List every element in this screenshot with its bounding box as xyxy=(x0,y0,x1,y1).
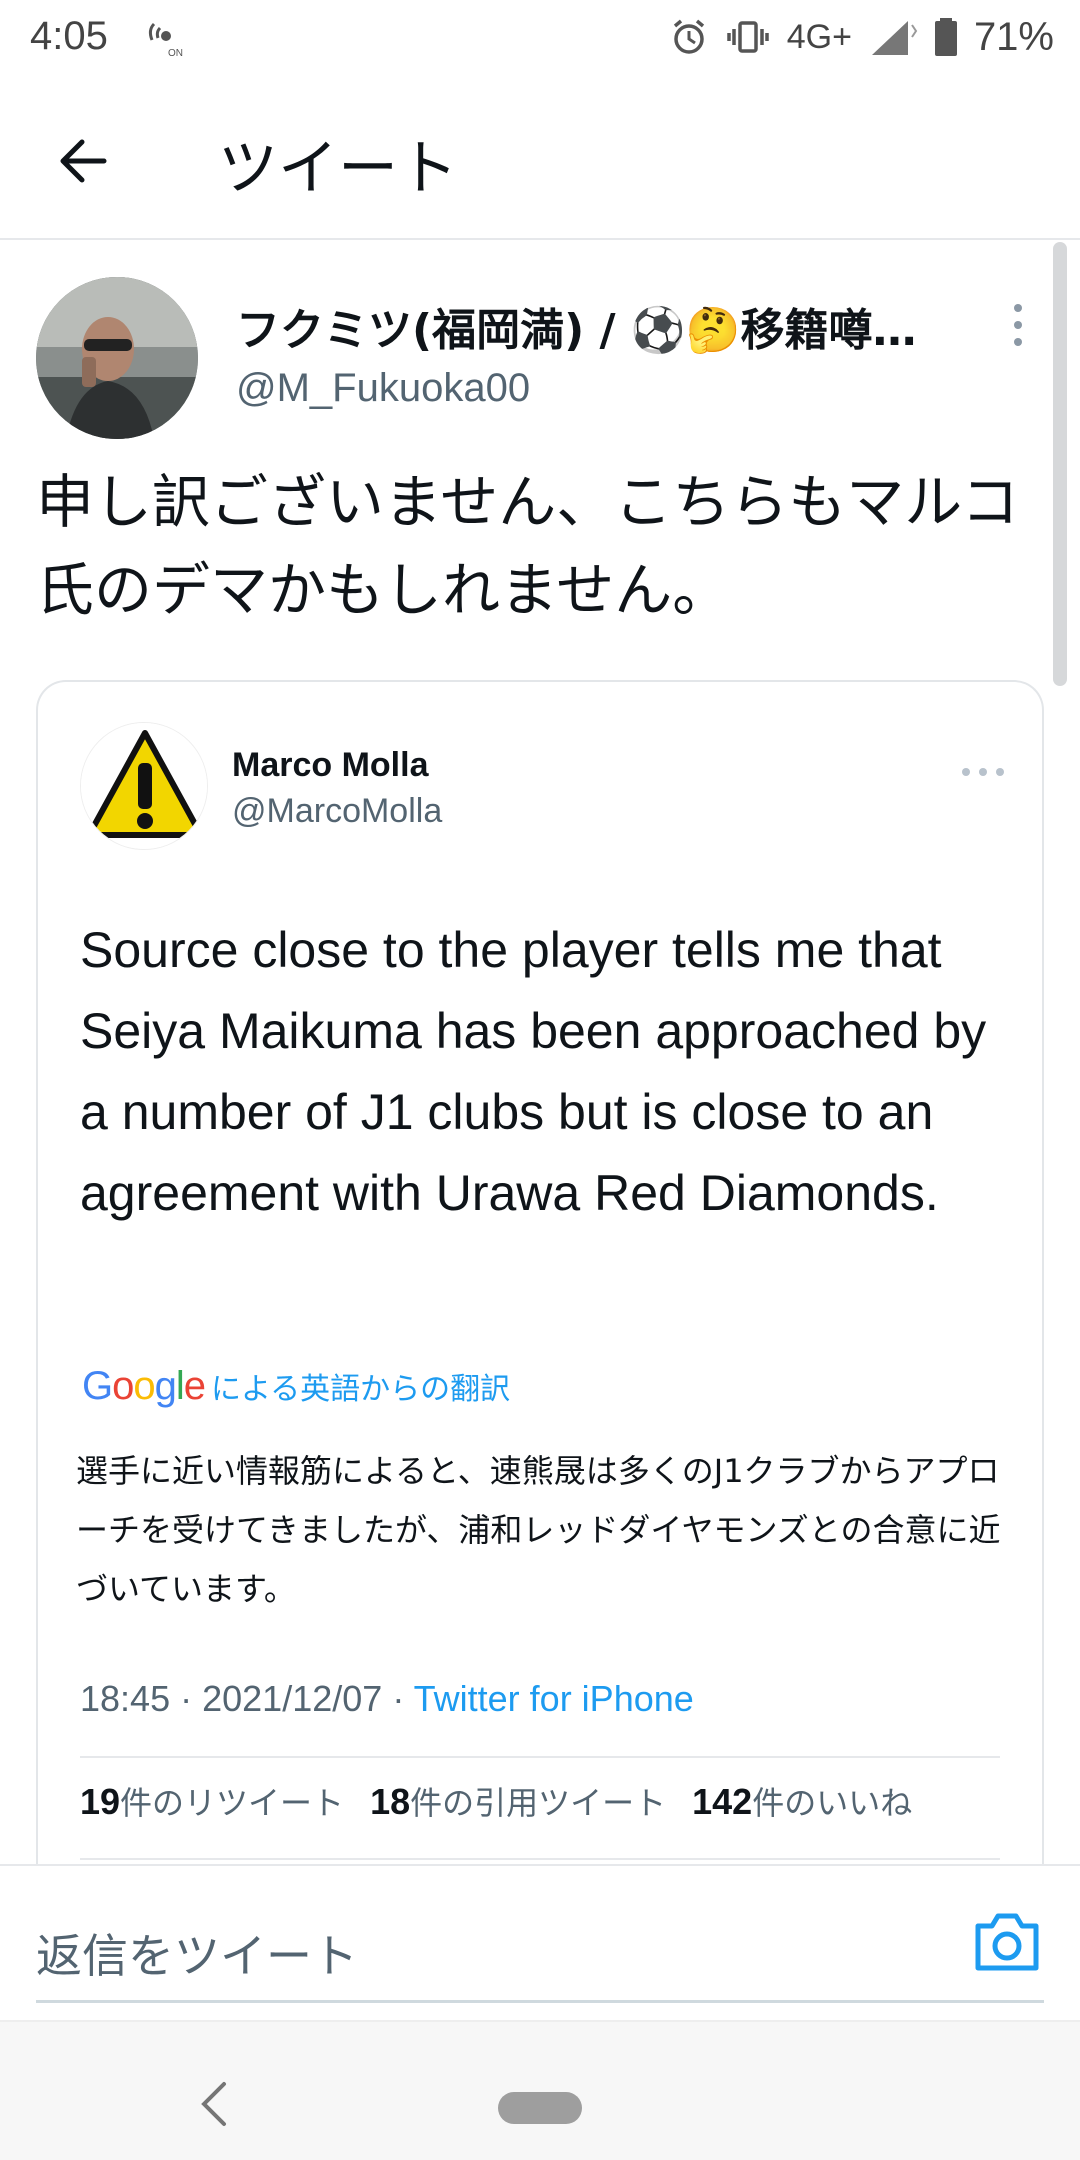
avatar[interactable] xyxy=(36,277,198,439)
battery-icon xyxy=(934,18,957,56)
quoted-author-name[interactable]: Marco Molla xyxy=(232,746,428,785)
network-type: 4G+ xyxy=(786,17,852,56)
retweets-count: 19 xyxy=(80,1781,121,1822)
author-handle[interactable]: @M_Fukuoka00 xyxy=(236,366,530,411)
tweet-text: 申し訳ございません、こちらもマルコ氏のデマかもしれません。 xyxy=(36,468,1020,624)
retweets-stat[interactable]: 19件のリツイート xyxy=(80,1778,344,1824)
back-arrow-icon[interactable] xyxy=(50,126,120,196)
svg-text:ON: ON xyxy=(168,48,183,58)
author-name[interactable]: フクミツ(福岡満) / ⚽🤔移籍噂… xyxy=(236,294,917,358)
tweet-meta: 18:45 · 2021/12/07 · Twitter for iPhone xyxy=(80,1678,694,1720)
nav-back-icon[interactable] xyxy=(196,2080,232,2128)
vibrate-on-icon: ON xyxy=(148,22,183,58)
nav-home-pill[interactable] xyxy=(498,2092,582,2124)
reply-input[interactable]: 返信をツイート xyxy=(36,1920,358,1986)
page-title: ツイート xyxy=(218,134,458,204)
meta-separator: · xyxy=(180,1678,203,1719)
google-logo: Google xyxy=(82,1364,206,1408)
warning-icon xyxy=(81,723,207,849)
likes-stat[interactable]: 142件のいいね xyxy=(692,1778,912,1824)
reply-bar: 返信をツイート xyxy=(0,1864,1080,2020)
divider xyxy=(80,1756,1000,1758)
translated-text: 選手に近い情報筋によると、速熊晟は多くのJ1クラブからアプローチを受けてきました… xyxy=(76,1452,1001,1608)
quotes-count: 18 xyxy=(370,1781,411,1822)
battery-percent: 71% xyxy=(973,14,1054,59)
divider xyxy=(80,1858,1000,1860)
tweet-date: 2021/12/07 xyxy=(202,1678,383,1719)
tweet-time: 18:45 xyxy=(80,1678,171,1719)
reply-underline xyxy=(36,2000,1044,2003)
status-bar: 4:05 ON 4G+ 71% xyxy=(0,0,1080,72)
engagement-stats: 19件のリツイート 18件の引用ツイート 142件のいいね xyxy=(80,1778,912,1824)
alarm-icon xyxy=(673,19,704,54)
quoted-tweet-card[interactable]: Marco Molla @MarcoMolla Source close to … xyxy=(36,680,1044,1880)
more-vertical-icon[interactable] xyxy=(1006,300,1030,350)
quotes-label: 件の引用ツイート xyxy=(410,1784,667,1822)
system-nav-bar xyxy=(0,2020,1080,2160)
scrollbar[interactable] xyxy=(1053,242,1067,686)
vibrate-icon xyxy=(726,21,769,53)
camera-icon[interactable] xyxy=(972,1908,1042,1974)
translation-label[interactable]: による英語からの翻訳 xyxy=(211,1364,510,1408)
retweets-label: 件のリツイート xyxy=(120,1784,345,1822)
more-horizontal-icon[interactable] xyxy=(958,762,1008,782)
translation-attribution: Google による英語からの翻訳 xyxy=(82,1364,510,1409)
status-time: 4:05 xyxy=(30,14,108,58)
quoted-tweet-text: Source close to the player tells me that… xyxy=(80,922,987,1221)
likes-label: 件のいいね xyxy=(752,1784,913,1822)
quoted-avatar[interactable] xyxy=(80,722,208,850)
top-app-bar: ツイート xyxy=(0,82,1080,240)
likes-count: 142 xyxy=(692,1781,753,1822)
quoted-author-handle[interactable]: @MarcoMolla xyxy=(232,792,442,831)
tweet-source-link[interactable]: Twitter for iPhone xyxy=(414,1678,694,1719)
signal-icon xyxy=(871,21,918,55)
meta-separator: · xyxy=(392,1678,414,1719)
quotes-stat[interactable]: 18件の引用ツイート xyxy=(370,1778,666,1824)
avatar-photo xyxy=(36,277,198,439)
